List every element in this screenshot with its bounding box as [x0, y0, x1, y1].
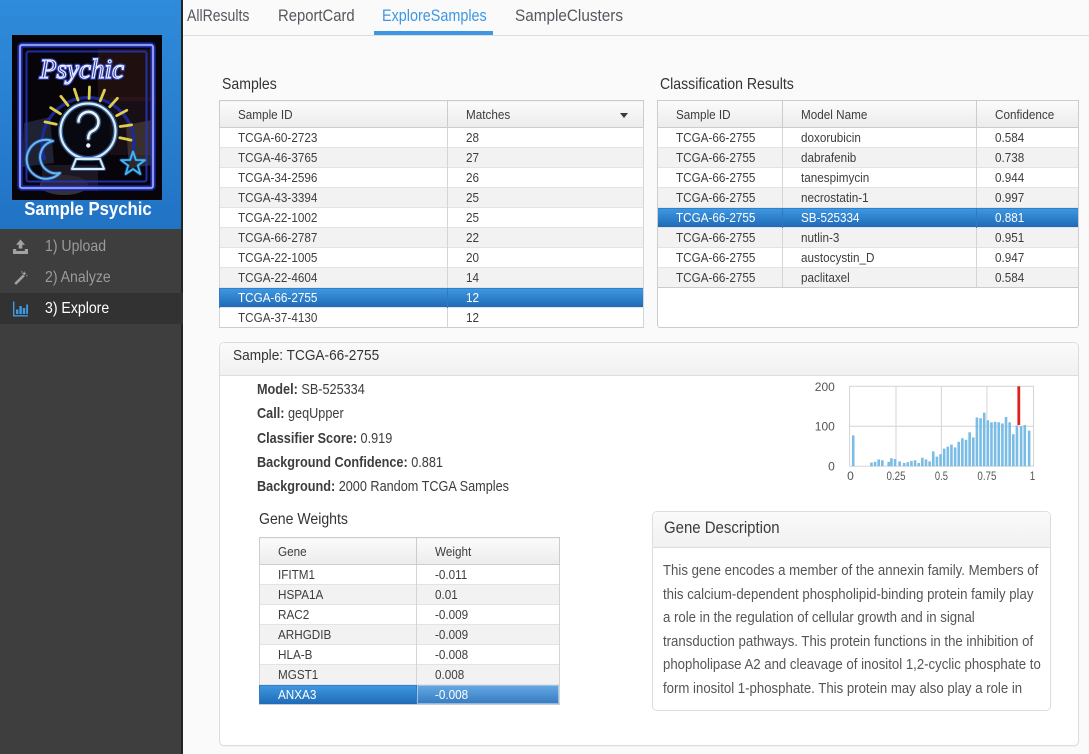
- svg-text:1: 1: [1030, 469, 1036, 483]
- svg-text:Psychic: Psychic: [39, 54, 124, 84]
- svg-text:0: 0: [828, 459, 835, 473]
- svg-text:0: 0: [847, 469, 854, 483]
- svg-text:0.25: 0.25: [887, 469, 906, 483]
- svg-text:200: 200: [815, 380, 835, 394]
- svg-text:0.75: 0.75: [977, 469, 996, 483]
- svg-text:0.5: 0.5: [935, 469, 948, 483]
- svg-text:100: 100: [815, 420, 835, 434]
